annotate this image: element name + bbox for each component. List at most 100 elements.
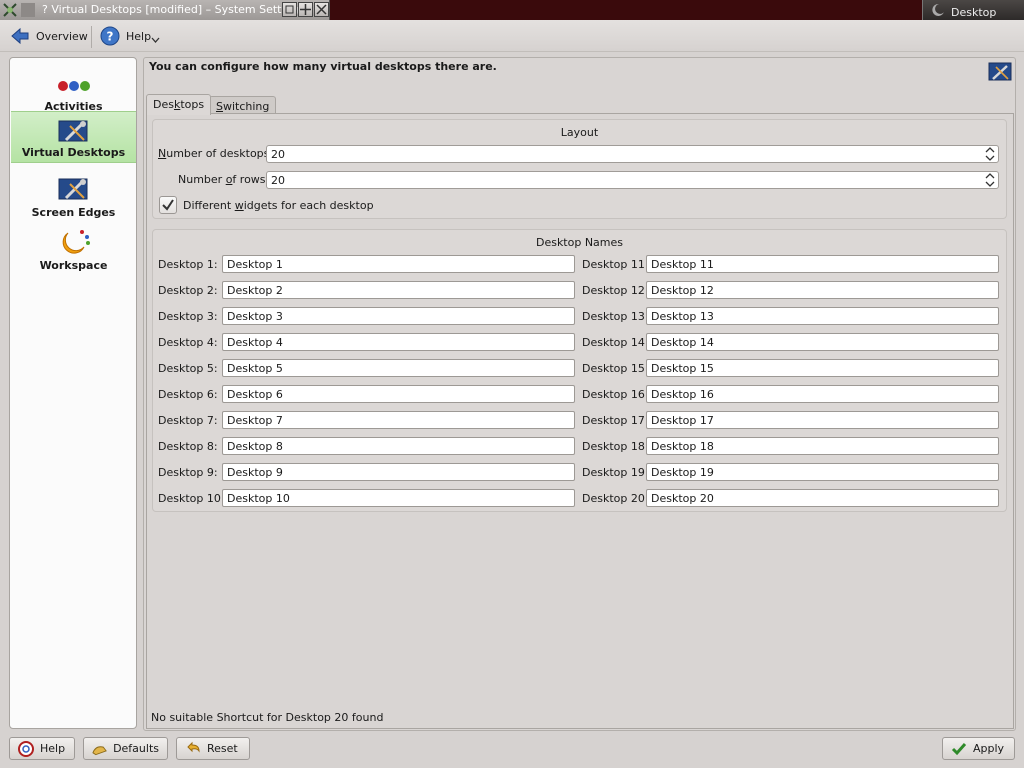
- chevron-down-icon[interactable]: [151, 37, 160, 44]
- desktop-name-label: Desktop 18:: [582, 440, 649, 453]
- desktop-name-label: Desktop 15:: [582, 362, 649, 375]
- help-button[interactable]: Help: [9, 737, 75, 760]
- minimize-button[interactable]: [282, 2, 297, 17]
- desktop-name-label: Desktop 9:: [158, 466, 218, 479]
- num-desktops-label-text: umber of desktops:: [166, 147, 274, 160]
- checkbox-mnemonic: w: [234, 199, 244, 212]
- defaults-button-label: Defaults: [113, 742, 159, 755]
- app-icon: [21, 3, 35, 17]
- desktop-name-label: Desktop 16:: [582, 388, 649, 401]
- sidebar-item-label: Workspace: [39, 259, 108, 272]
- desktop-name-label: Desktop 4:: [158, 336, 218, 349]
- desktop-name-input[interactable]: Desktop 15: [646, 359, 999, 377]
- desktop-name-label: Desktop 7:: [158, 414, 218, 427]
- module-description: You can configure how many virtual deskt…: [149, 60, 497, 73]
- desktop-name-label: Desktop 17:: [582, 414, 649, 427]
- desktop-name-input[interactable]: Desktop 13: [646, 307, 999, 325]
- desktop-name-input[interactable]: Desktop 8: [222, 437, 575, 455]
- tab-desktops[interactable]: Desktops: [146, 94, 212, 115]
- reset-button[interactable]: Reset: [176, 737, 250, 760]
- desktop-name-input[interactable]: Desktop 3: [222, 307, 575, 325]
- desktop-name-input[interactable]: Desktop 6: [222, 385, 575, 403]
- apply-button[interactable]: Apply: [942, 737, 1015, 760]
- different-widgets-label[interactable]: Different widgets for each desktop: [183, 199, 374, 212]
- layout-group-title: Layout: [560, 126, 599, 139]
- back-arrow-icon: [11, 27, 29, 45]
- reset-button-label: Reset: [207, 742, 238, 755]
- desktop-name-input[interactable]: Desktop 12: [646, 281, 999, 299]
- help-icon: [18, 740, 34, 757]
- toolbar-separator: [91, 26, 92, 48]
- sidebar-item-activities[interactable]: Activities: [11, 64, 136, 116]
- close-button[interactable]: [314, 2, 329, 17]
- moon-icon: [932, 3, 944, 16]
- desktop-name-label: Desktop 1:: [158, 258, 218, 271]
- desktop-name-input[interactable]: Desktop 18: [646, 437, 999, 455]
- tab-label: Des: [153, 98, 174, 111]
- close-icon: [316, 4, 327, 15]
- checkbox-label-text: idgets for each desktop: [243, 199, 374, 212]
- desktop-name-label: Desktop 10:: [158, 492, 225, 505]
- desktop-name-label: Desktop 5:: [158, 362, 218, 375]
- minimize-icon: [285, 5, 294, 14]
- overview-button[interactable]: Overview: [6, 24, 92, 48]
- desktop-name-input[interactable]: Desktop 4: [222, 333, 575, 351]
- different-widgets-checkbox[interactable]: [159, 196, 177, 214]
- desktop-name-input[interactable]: Desktop 16: [646, 385, 999, 403]
- desktop-name-label: Desktop 2:: [158, 284, 218, 297]
- desktop-name-label: Desktop 3:: [158, 310, 218, 323]
- help-button-label: Help: [40, 742, 66, 755]
- help-icon: ?: [100, 26, 120, 46]
- sidebar-item-screen-edges[interactable]: Screen Edges: [11, 170, 136, 222]
- desktop-name-input[interactable]: Desktop 10: [222, 489, 575, 507]
- desktop-name-label: Desktop 8:: [158, 440, 218, 453]
- virtual-desktops-header-icon: [988, 62, 1012, 81]
- num-rows-label-text: Number: [178, 173, 226, 186]
- window-title-box[interactable]: ? Virtual Desktops [modified] – System S…: [0, 0, 330, 20]
- num-desktops-mnemonic: N: [158, 147, 167, 160]
- window-menu-icon[interactable]: [2, 2, 18, 18]
- workspace-icon: [62, 230, 90, 254]
- svg-text:?: ?: [107, 30, 114, 44]
- spin-arrows-icon[interactable]: [985, 147, 995, 161]
- desktop-name-input[interactable]: Desktop 14: [646, 333, 999, 351]
- desktop-name-input[interactable]: Desktop 2: [222, 281, 575, 299]
- checkmark-icon: [951, 742, 967, 755]
- overview-label: Overview: [36, 29, 88, 43]
- taskbar-desktop-item[interactable]: Desktop: [922, 0, 1024, 20]
- apply-button-label: Apply: [973, 742, 1005, 755]
- tab-mnemonic: S: [216, 100, 223, 113]
- sidebar-item-virtual-desktops[interactable]: Virtual Desktops: [11, 111, 136, 163]
- desktop-name-input[interactable]: Desktop 20: [646, 489, 999, 507]
- taskbar-label: Desktop: [951, 6, 997, 19]
- desktop-name-input[interactable]: Desktop 9: [222, 463, 575, 481]
- maximize-button[interactable]: [298, 2, 313, 17]
- sidebar-item-workspace[interactable]: Workspace: [11, 223, 136, 275]
- desktop-name-input[interactable]: Desktop 17: [646, 411, 999, 429]
- activities-icon: [58, 81, 90, 91]
- desktop-name-input[interactable]: Desktop 7: [222, 411, 575, 429]
- desktop-name-input[interactable]: Desktop 19: [646, 463, 999, 481]
- sidebar-item-label: Virtual Desktops: [21, 146, 126, 159]
- undo-icon: [187, 741, 200, 753]
- screen-edges-icon: [58, 178, 88, 200]
- tab-label: witching: [222, 100, 270, 113]
- desktop-name-input[interactable]: Desktop 1: [222, 255, 575, 273]
- num-rows-spinbox[interactable]: 20: [266, 171, 999, 189]
- desktop-name-label: Desktop 6:: [158, 388, 218, 401]
- defaults-icon: [92, 745, 107, 755]
- desktop-name-input[interactable]: Desktop 5: [222, 359, 575, 377]
- tab-label: tops: [180, 98, 205, 111]
- defaults-button[interactable]: Defaults: [83, 737, 168, 760]
- status-message: No suitable Shortcut for Desktop 20 foun…: [151, 711, 384, 724]
- sidebar: Activities Virtual Desktops Screen Edges…: [9, 57, 137, 729]
- desktop-name-label: Desktop 20:: [582, 492, 649, 505]
- help-label: Help: [126, 29, 152, 43]
- checkbox-label-text: Different: [183, 199, 235, 212]
- spin-arrows-icon[interactable]: [985, 173, 995, 187]
- desktop-name-input[interactable]: Desktop 11: [646, 255, 999, 273]
- help-menu-button[interactable]: ? Help: [96, 24, 155, 48]
- num-desktops-spinbox[interactable]: 20: [266, 145, 999, 163]
- maximize-icon: [300, 4, 311, 15]
- title-bar: ? Virtual Desktops [modified] – System S…: [0, 0, 1024, 20]
